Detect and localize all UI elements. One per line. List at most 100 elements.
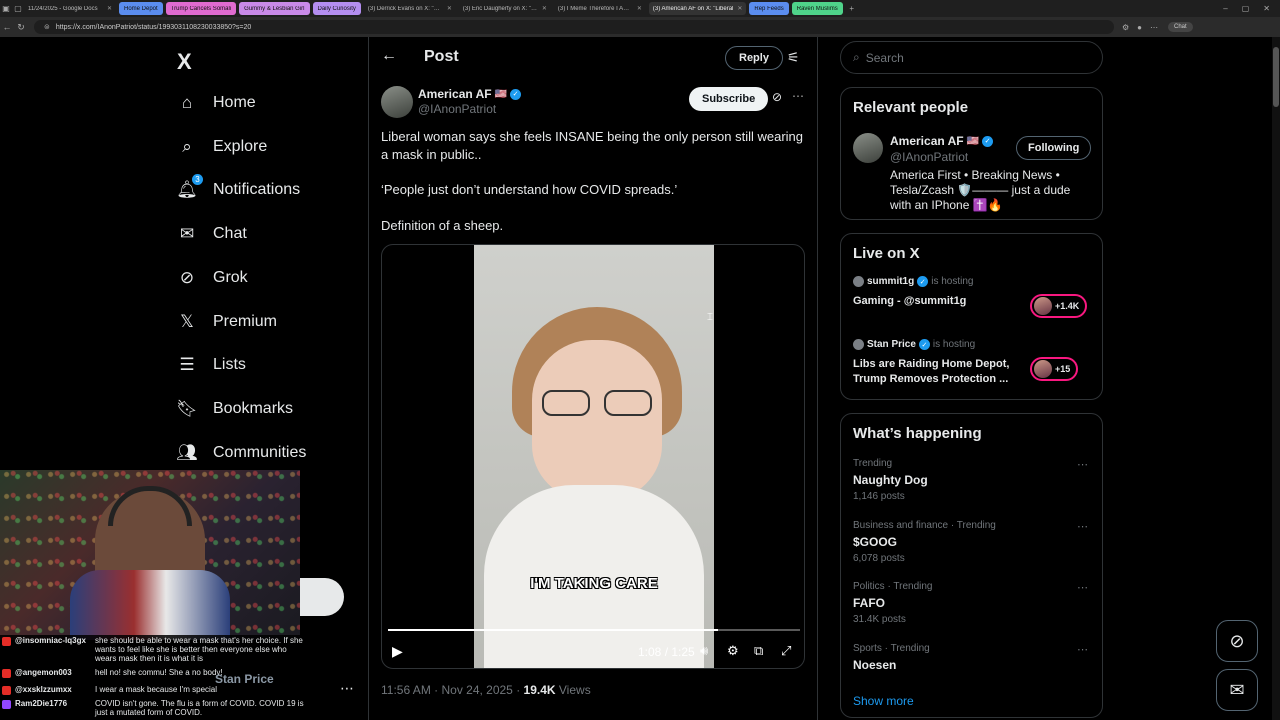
account-more-icon[interactable]: ⋯ (340, 680, 354, 697)
live-listener-count[interactable]: +15 (1030, 357, 1079, 381)
following-button[interactable]: Following (1016, 136, 1092, 160)
trend-post-count: 6,078 posts (853, 552, 905, 564)
extensions-icon[interactable]: ⚙ (1122, 23, 1129, 32)
back-arrow-icon[interactable]: ← (381, 47, 397, 65)
browser-tab[interactable]: 11/24/2025 - Google Docs ✕ (24, 2, 116, 15)
author-handle[interactable]: @IAnonPatriot (418, 102, 496, 116)
play-icon[interactable]: ▶ (392, 643, 403, 660)
browser-tab[interactable]: Home Depot (119, 2, 163, 15)
relevant-person-name-row[interactable]: American AF 🇺🇸 ✓ (890, 134, 994, 148)
subscribe-button[interactable]: Subscribe (689, 87, 769, 111)
scrollbar-thumb[interactable] (1273, 47, 1279, 107)
live-host-row[interactable]: Stan Price ✓ is hosting (853, 339, 975, 350)
nav-item-home[interactable]: ⌂ Home (177, 83, 256, 123)
close-window-icon[interactable]: ✕ (1263, 4, 1270, 13)
close-tab-icon[interactable]: ✕ (538, 5, 547, 12)
browser-tab[interactable]: (3) American AF on X: "Liberal ✕ (648, 2, 747, 15)
pip-icon[interactable]: ⧉ (754, 643, 763, 659)
volume-icon[interactable]: 🔊︎ (700, 643, 708, 659)
live-space-title[interactable]: Gaming - @summit1g (853, 294, 1023, 309)
trend-more-icon[interactable]: ⋯ (1077, 643, 1088, 656)
browser-tab[interactable]: Raven Muslims (791, 2, 843, 15)
menu-icon[interactable]: ⋯ (1150, 23, 1158, 32)
show-more-link[interactable]: Show more (853, 694, 914, 708)
site-info-icon[interactable]: ⊜ (44, 23, 50, 31)
browser-chat-button[interactable]: Chat (1168, 22, 1193, 32)
close-tab-icon[interactable]: ✕ (733, 5, 742, 12)
back-icon[interactable]: ← (0, 22, 14, 32)
live-space-title[interactable]: Libs are Raiding Home Depot, Trump Remov… (853, 357, 1023, 387)
nav-item-explore[interactable]: ⌕ Explore (177, 127, 267, 167)
url-field[interactable]: ⊜ https://x.com/IAnonPatriot/status/1993… (34, 20, 1114, 34)
sliders-icon[interactable]: ⚟ (787, 49, 800, 66)
browser-tab-label: Gummy & Lesbian Girl (244, 5, 305, 12)
maximize-icon[interactable]: ▢ (1242, 4, 1250, 13)
browser-tab[interactable]: (3) Derrick Evans on X: "Black wo✕ (364, 2, 456, 15)
nav-item-bookmarks[interactable]: 🔖︎ Bookmarks (176, 389, 293, 429)
messages-fab-icon[interactable]: ✉ (1216, 669, 1258, 711)
trend-more-icon[interactable]: ⋯ (1077, 581, 1088, 594)
nav-item-lists[interactable]: ☰ Lists (177, 345, 246, 385)
live-listener-count[interactable]: +1.4K (1030, 294, 1088, 318)
minimize-icon[interactable]: – (1223, 4, 1227, 13)
browser-tab[interactable]: (3) I Meme Therefore I Am on ✕ (554, 2, 646, 15)
post-timestamp[interactable]: 11:56 AM · Nov 24, 2025 · (381, 683, 524, 697)
nav-item-notifications[interactable]: 🔔︎ 3 Notifications (176, 170, 300, 210)
chat-text: COVID isn't gone. The flu is a form of C… (95, 699, 304, 717)
page-scrollbar[interactable] (1272, 37, 1280, 720)
close-tab-icon[interactable]: ✕ (443, 5, 452, 12)
trend-more-icon[interactable]: ⋯ (1077, 520, 1088, 533)
relevant-person-handle[interactable]: @IAnonPatriot (890, 150, 968, 164)
relevant-person-avatar[interactable] (853, 133, 883, 163)
close-tab-icon[interactable]: ✕ (103, 5, 112, 12)
trend-name[interactable]: FAFO (853, 596, 885, 610)
x-logo-icon[interactable]: X (177, 49, 192, 75)
refresh-icon[interactable]: ↻ (14, 22, 28, 33)
browser-tab[interactable]: Trump Cancels Somali (165, 2, 237, 15)
relevant-person-name[interactable]: American AF (890, 134, 964, 148)
nav-item-premium[interactable]: 𝕏 Premium (177, 302, 277, 342)
premium-icon-wrap: 𝕏 (177, 312, 197, 332)
main-column: ← Post Reply ⚟ American AF 🇺🇸 ✓ @IAnonPa… (368, 37, 818, 720)
profile-icon[interactable]: ● (1137, 23, 1142, 32)
window-menu-icon[interactable]: ▣ (0, 4, 12, 13)
author-name-row[interactable]: American AF 🇺🇸 ✓ (418, 87, 522, 101)
trend-name[interactable]: Naughty Dog (853, 473, 928, 487)
browser-tab[interactable]: Daily Curiosity (312, 2, 361, 15)
fullscreen-icon[interactable]: ⤢ (781, 643, 791, 659)
search-input[interactable]: Search (866, 51, 904, 65)
trend-name[interactable]: $GOOG (853, 535, 897, 549)
browser-tab[interactable]: Gummy & Lesbian Girl (239, 2, 310, 15)
reply-button[interactable]: Reply (725, 46, 783, 70)
nav-item-communities[interactable]: 👥︎ Communities (176, 433, 306, 473)
close-tab-icon[interactable]: ✕ (633, 5, 642, 12)
author-avatar[interactable] (381, 86, 413, 118)
browser-tab[interactable]: Rep Feeds (749, 2, 789, 15)
listener-avatar (1034, 360, 1052, 378)
nav-item-grok[interactable]: ⊘ Grok (177, 258, 248, 298)
grok-fab-icon[interactable]: ⊘ (1216, 620, 1258, 662)
author-name[interactable]: American AF (418, 87, 492, 101)
search-box[interactable]: ⌕ Search (840, 41, 1103, 74)
trend-name[interactable]: Noesen (853, 658, 896, 672)
settings-icon[interactable]: ⚙ (727, 643, 739, 659)
grok-icon[interactable]: ⊘ (772, 90, 782, 104)
video-frame[interactable]: I'M TAKING CARE (474, 245, 714, 668)
post-button[interactable] (300, 578, 344, 616)
video-progress-bar[interactable] (388, 629, 800, 631)
browser-address-bar: ← ↻ ⊜ https://x.com/IAnonPatriot/status/… (0, 17, 1280, 37)
nav-item-chat[interactable]: ✉ Chat (177, 214, 247, 254)
search-icon: ⌕ (853, 50, 860, 64)
video-player[interactable]: I'M TAKING CARE ▶ 1:08 / 1:25 🔊︎ ⚙ ⧉ ⤢ (381, 244, 805, 669)
more-options-icon[interactable]: ⋯ (792, 89, 804, 103)
video-timecode: 1:08 / 1:25 (638, 645, 695, 659)
live-host-row[interactable]: summit1g ✓ is hosting (853, 276, 973, 287)
tab-list-icon[interactable]: ▢ (12, 4, 24, 13)
browser-tab-label: Trump Cancels Somali (170, 5, 232, 12)
browser-tab[interactable]: (3) Eric Daugherty on X: "BR ✕ (459, 2, 551, 15)
page-title: Post (424, 48, 459, 65)
trend-more-icon[interactable]: ⋯ (1077, 458, 1088, 471)
chat-text: I wear a mask because I'm special (95, 685, 218, 694)
hosting-label: is hosting (932, 339, 976, 350)
new-tab-icon[interactable]: + (846, 4, 858, 13)
